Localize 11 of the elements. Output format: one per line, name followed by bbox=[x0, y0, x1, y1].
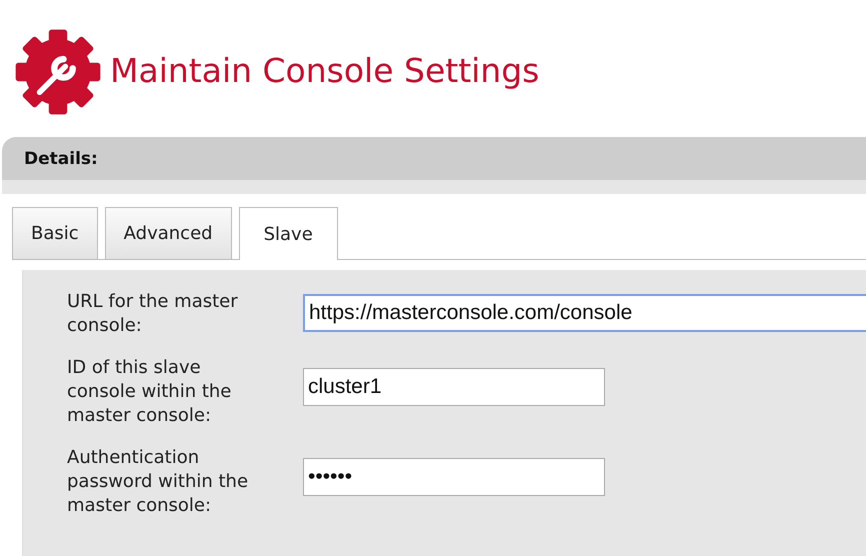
field-label: ID of this slave console within the master console: bbox=[67, 356, 232, 428]
tab[interactable]: Basic bbox=[12, 207, 98, 259]
field-label: URL for the master console: bbox=[67, 290, 239, 338]
tab[interactable]: Advanced bbox=[104, 207, 232, 259]
tab[interactable]: Slave bbox=[238, 207, 338, 260]
section-header: Details: bbox=[2, 137, 866, 180]
input-field[interactable]: https://masterconsole.com/console bbox=[303, 294, 866, 332]
input-field[interactable]: cluster1 bbox=[303, 368, 605, 406]
input-field[interactable]: •••••• bbox=[303, 458, 605, 496]
page-title: Maintain Console Settings bbox=[110, 51, 540, 90]
field-label: Authentication password within the master console: bbox=[67, 446, 250, 518]
